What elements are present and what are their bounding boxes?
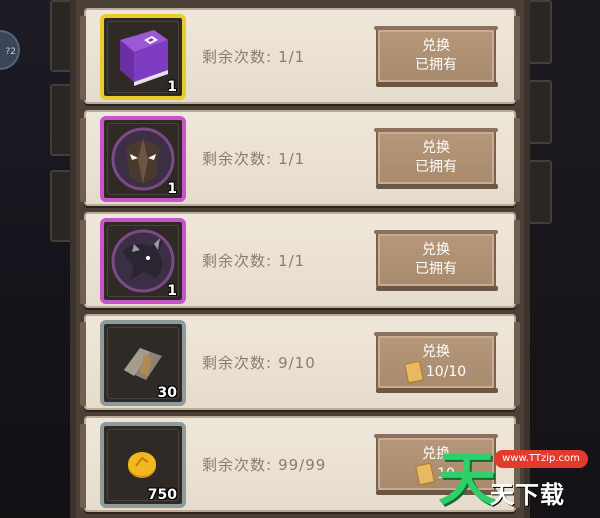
exchange-row-1: 1 剩余次数: 1/1 兑换 已拥有 [80, 8, 520, 104]
exchange-button[interactable]: 兑换 已拥有 [374, 128, 498, 189]
remaining-count: 剩余次数: 1/1 [202, 252, 306, 270]
exchange-label: 兑换 [422, 242, 450, 258]
exchange-label: 兑换 [422, 38, 450, 54]
remaining-count: 剩余次数: 9/10 [202, 354, 316, 372]
exchange-row-2: 1 剩余次数: 1/1 兑换 已拥有 [80, 110, 520, 206]
remaining-count: 剩余次数: 1/1 [202, 48, 306, 66]
exchange-button[interactable]: 兑换 已拥有 [374, 26, 498, 87]
exchange-row-3: 1 剩余次数: 1/1 兑换 已拥有 [80, 212, 520, 308]
ticket-icon [415, 462, 435, 486]
right-tab-3 [528, 160, 552, 224]
exchange-label: 兑换 [422, 344, 450, 360]
item-slot[interactable]: 1 [100, 14, 186, 100]
item-quantity: 30 [157, 385, 177, 401]
item-quantity: 1 [167, 181, 177, 197]
item-quantity: 750 [147, 487, 177, 503]
exchange-button[interactable]: 兑换 已拥有 [374, 230, 498, 291]
item-slot[interactable]: 1 [100, 218, 186, 304]
exchange-label: 兑换 [422, 140, 450, 156]
item-slot[interactable]: 30 [100, 320, 186, 406]
item-quantity: 1 [167, 79, 177, 95]
owned-label: 已拥有 [415, 57, 457, 73]
watermark: www.TTzip.com 天 天下载 [438, 442, 600, 518]
watermark-logo: 天 [438, 445, 497, 513]
ticket-icon [403, 360, 424, 384]
right-tab-1 [528, 0, 552, 64]
exchange-row-4: 30 剩余次数: 9/10 兑换 10/10 [80, 314, 520, 410]
owned-label: 已拥有 [415, 261, 457, 277]
watermark-text: 天下载 [490, 481, 565, 509]
exchange-button[interactable]: 兑换 10/10 [374, 332, 498, 393]
item-quantity: 1 [167, 283, 177, 299]
owned-label: 已拥有 [415, 159, 457, 175]
watermark-url: www.TTzip.com [494, 450, 588, 468]
remaining-count: 剩余次数: 99/99 [202, 456, 327, 474]
item-slot[interactable]: 750 [100, 422, 186, 508]
cost-value: 10/10 [425, 363, 467, 380]
remaining-count: 剩余次数: 1/1 [202, 150, 306, 168]
item-slot[interactable]: 1 [100, 116, 186, 202]
right-tab-2 [528, 80, 552, 144]
